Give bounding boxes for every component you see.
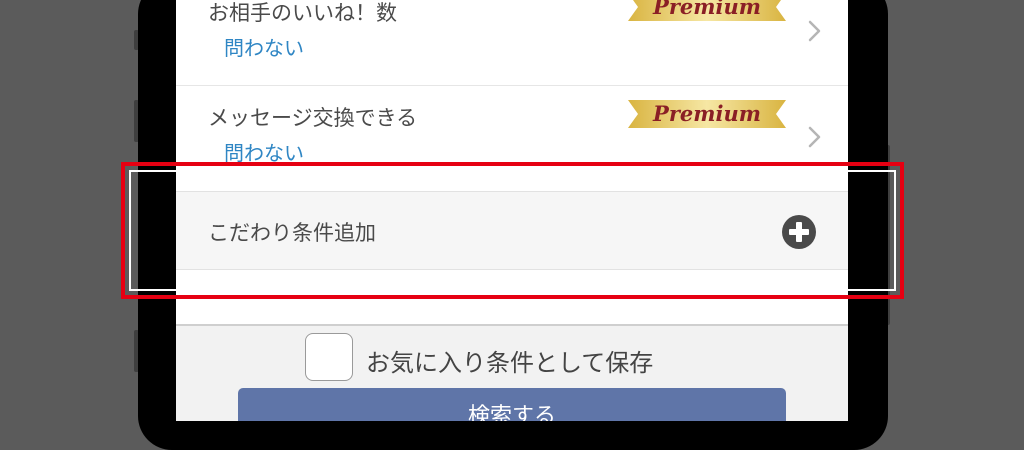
chevron-right-icon: [808, 126, 821, 148]
add-condition-row[interactable]: こだわり条件追加: [176, 191, 848, 270]
filter-title: お相手のいいね！数: [208, 1, 397, 25]
search-button[interactable]: 検索する: [238, 388, 786, 421]
plus-circle-icon[interactable]: [782, 215, 816, 249]
premium-badge-label: Premium: [653, 0, 761, 19]
filter-row-message-exchange[interactable]: メッセージ交換できる 問わない Premium: [176, 86, 848, 190]
filter-value: 問わない: [224, 36, 304, 60]
save-favorite-label: お気に入り条件として保存: [366, 349, 654, 377]
premium-badge: Premium: [628, 0, 786, 21]
premium-badge-label: Premium: [653, 101, 761, 126]
add-condition-label: こだわり条件追加: [208, 221, 376, 245]
filter-row-likes[interactable]: お相手のいいね！数 問わない Premium: [176, 0, 848, 85]
bottom-action-area: お気に入り条件として保存 検索する: [176, 324, 848, 421]
premium-badge: Premium: [628, 100, 786, 128]
filter-title: メッセージ交換できる: [208, 106, 418, 130]
save-favorite-checkbox[interactable]: [305, 333, 353, 381]
chevron-right-icon: [808, 20, 821, 42]
filter-value: 問わない: [224, 141, 304, 165]
phone-screen: お相手のいいね！数 問わない Premium メッセージ交換できる 問わない P…: [176, 0, 848, 421]
